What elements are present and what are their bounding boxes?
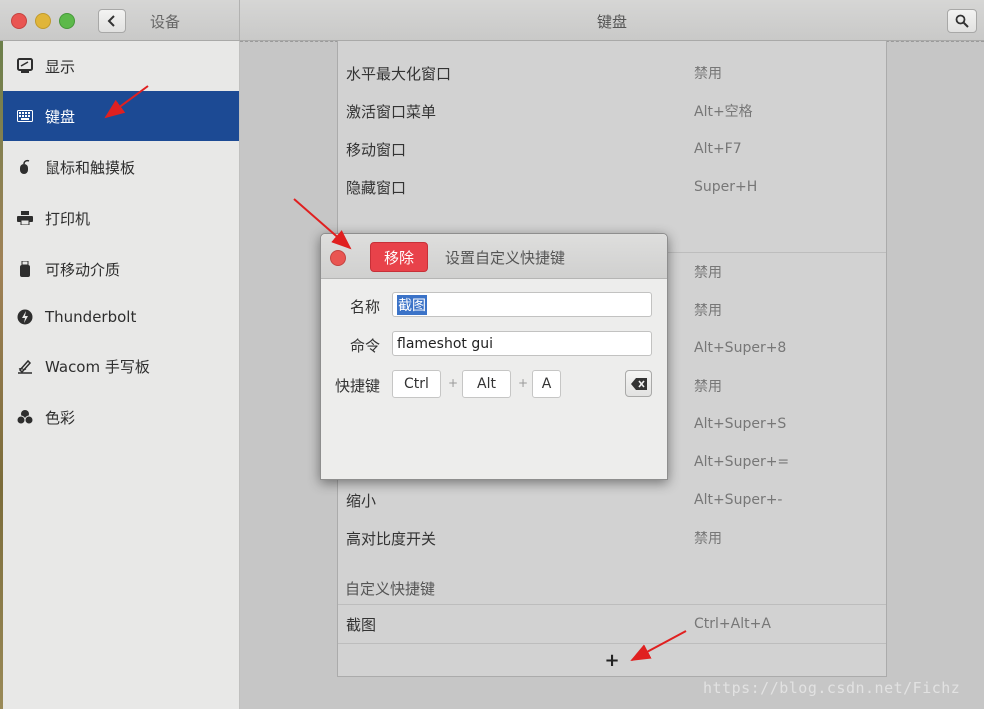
arrow-to-keyboard: [104, 85, 149, 119]
arrow-to-dialog-close: [293, 198, 352, 250]
annotation-arrows: [104, 85, 687, 661]
watermark: https://blog.csdn.net/Fichz: [703, 679, 961, 697]
arrow-to-add-button: [630, 630, 687, 661]
